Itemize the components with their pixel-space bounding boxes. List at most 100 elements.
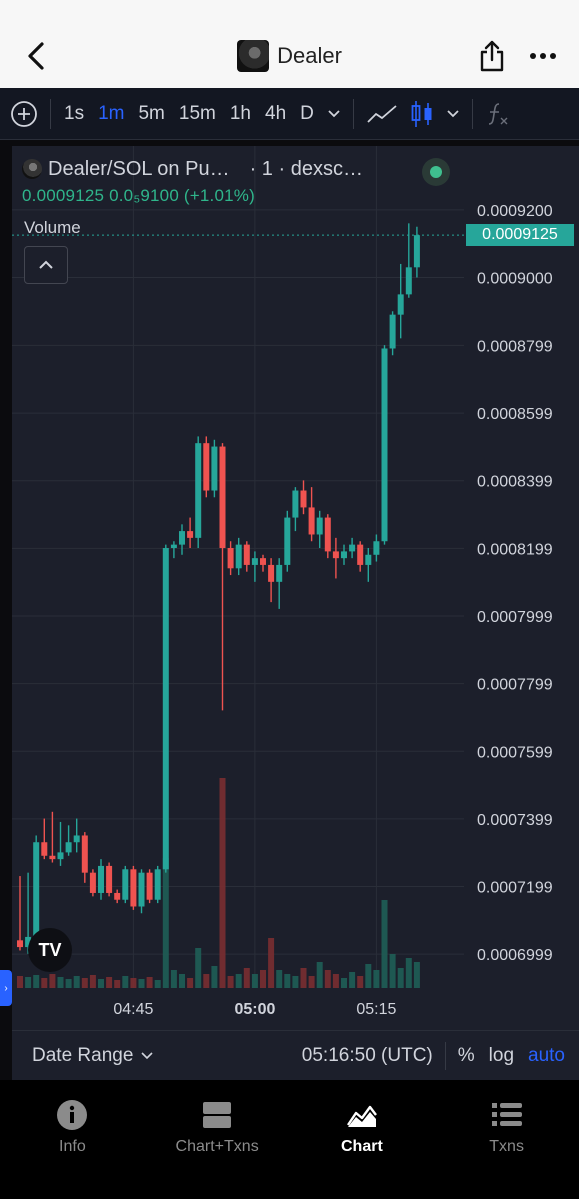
candle-body xyxy=(341,551,347,559)
tab-chart-txns[interactable]: Chart+Txns xyxy=(145,1080,290,1199)
time-axis-label: 05:15 xyxy=(356,1001,396,1018)
chart-pane[interactable]: 0.0009200 0.0009000 0.0008799 0.0008599 0.00… xyxy=(12,146,579,1163)
volume-bar xyxy=(276,970,283,988)
volume-bar xyxy=(179,974,185,988)
interval-5m[interactable]: 5m xyxy=(131,88,171,140)
volume-bar xyxy=(89,975,96,988)
candle-body xyxy=(405,267,412,295)
candle-body xyxy=(154,869,161,900)
top-nav-bar: Dealer xyxy=(0,0,579,88)
tab-chart[interactable]: Chart xyxy=(290,1080,435,1199)
date-range-selector[interactable]: Date Range xyxy=(32,1045,153,1067)
chart-legend: Dealer/SOL on Pu… · 1 · dexsc… 0.0009125… xyxy=(22,154,472,206)
candle-body xyxy=(357,544,364,565)
price-axis-label: 0.0007599 xyxy=(477,744,553,761)
add-indicator-button[interactable] xyxy=(0,88,44,140)
candle-body xyxy=(195,443,202,538)
volume-bar xyxy=(98,979,104,988)
more-horizontal-icon[interactable] xyxy=(528,42,558,70)
candles-icon xyxy=(411,100,432,127)
toolbar-divider xyxy=(471,98,473,129)
volume-bar xyxy=(195,948,202,988)
volume-bar xyxy=(203,974,210,988)
volume-bar xyxy=(170,970,177,988)
collapse-legend-button[interactable] xyxy=(24,246,68,284)
chart-footer: Date Range 05:16:50 (UTC) % log auto xyxy=(12,1030,579,1080)
volume-bar xyxy=(349,972,356,988)
tab-info[interactable]: Info xyxy=(0,1080,145,1199)
candle-body xyxy=(211,446,218,491)
candle-body xyxy=(114,892,121,900)
drawer-toggle-tab[interactable]: › xyxy=(0,970,12,1006)
interval-d[interactable]: D xyxy=(293,88,321,140)
time-axis-label: 05:00 xyxy=(234,1001,275,1018)
interval-15m[interactable]: 15m xyxy=(172,88,223,140)
price-axis-label: 0.0008799 xyxy=(477,338,553,355)
candle-body xyxy=(138,872,145,907)
interval-1h[interactable]: 1h xyxy=(223,88,258,140)
candle-body xyxy=(413,235,420,268)
volume-bar xyxy=(341,978,347,988)
chart-type-dropdown[interactable] xyxy=(440,88,466,140)
volume-bar xyxy=(235,974,242,988)
candle-body xyxy=(251,558,258,565)
volume-bar xyxy=(17,976,23,988)
legend-ohlc: 0.0009125 0.0₅9100 (+1.01%) xyxy=(22,186,255,205)
line-chart-button[interactable] xyxy=(360,88,404,140)
tradingview-logo-icon[interactable]: TV xyxy=(28,928,72,972)
price-axis-label: 0.0008399 xyxy=(477,474,553,491)
volume-bar xyxy=(381,900,388,988)
bottom-tab-bar: Info Chart+Txns Chart Txns xyxy=(0,1080,579,1199)
interval-1s[interactable]: 1s xyxy=(57,88,91,140)
volume-bar xyxy=(324,970,331,988)
utc-clock[interactable]: 05:16:50 (UTC) xyxy=(302,1045,433,1067)
volume-bar xyxy=(187,978,194,988)
percent-toggle[interactable]: % xyxy=(458,1045,475,1067)
volume-bar xyxy=(122,976,129,988)
interval-dropdown[interactable] xyxy=(321,88,347,140)
candle-body xyxy=(276,564,283,582)
symbol-avatar xyxy=(22,159,42,179)
candle-body xyxy=(130,869,137,907)
candles-button[interactable] xyxy=(404,88,440,140)
candle-body xyxy=(89,872,96,893)
candle-body xyxy=(260,558,266,565)
candle-body xyxy=(389,314,396,349)
volume-bar xyxy=(268,938,275,988)
tab-chart-label: Chart xyxy=(340,1138,383,1155)
plus-circle-icon xyxy=(11,100,37,127)
volume-bar xyxy=(219,778,226,988)
interval-4h[interactable]: 4h xyxy=(258,88,293,140)
interval-1m[interactable]: 1m xyxy=(91,88,131,140)
market-status-indicator[interactable] xyxy=(422,158,450,186)
volume-bar xyxy=(300,968,307,988)
tab-txns[interactable]: Txns xyxy=(434,1080,579,1199)
candle-body xyxy=(203,443,210,491)
volume-bar xyxy=(227,976,234,988)
candlestick-chart[interactable]: 0.0009200 0.0009000 0.0008799 0.0008599 0.00… xyxy=(12,146,579,1030)
info-icon xyxy=(57,1100,88,1130)
share-icon[interactable] xyxy=(478,38,506,74)
candle-body xyxy=(300,490,307,508)
candle-body xyxy=(33,842,40,937)
list-icon xyxy=(491,1103,522,1126)
auto-toggle[interactable]: auto xyxy=(528,1045,565,1067)
volume-bar xyxy=(41,978,48,988)
candle-body xyxy=(162,548,169,870)
volume-bar xyxy=(81,978,88,988)
volume-bar xyxy=(251,974,258,988)
volume-bar xyxy=(73,976,80,988)
volume-bar xyxy=(49,974,56,988)
indicators-button[interactable] xyxy=(479,88,517,140)
volume-bar xyxy=(65,979,72,988)
volume-bar xyxy=(316,962,323,988)
candle-body xyxy=(243,544,250,565)
price-axis-label: 0.0008599 xyxy=(477,406,553,423)
candle-body xyxy=(349,544,356,552)
candle-body xyxy=(381,348,388,542)
volume-bar xyxy=(162,858,169,988)
tab-info-label: Info xyxy=(59,1138,86,1155)
symbol-name[interactable]: Dealer/SOL on Pu… xyxy=(48,158,230,181)
chart-toolbar: 1s 1m 5m 15m 1h 4h D xyxy=(0,88,579,140)
log-toggle[interactable]: log xyxy=(489,1045,514,1067)
